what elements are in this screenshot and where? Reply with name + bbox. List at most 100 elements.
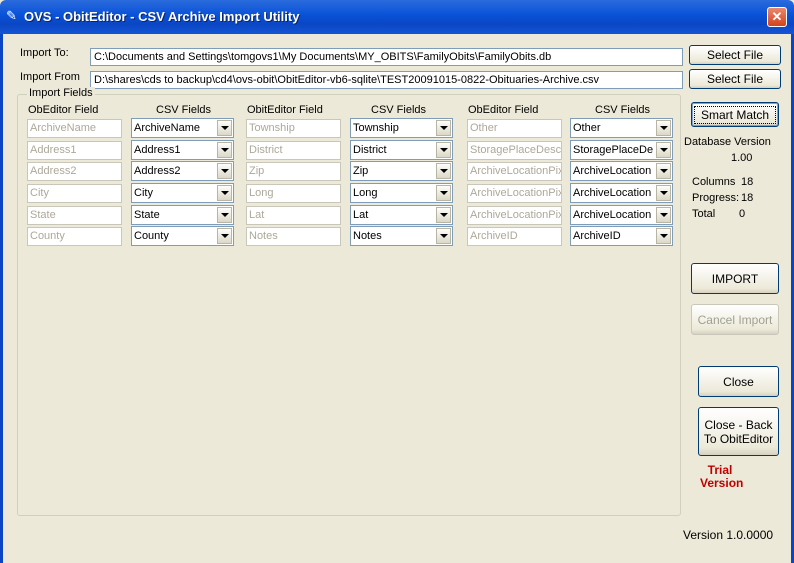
chevron-down-icon[interactable] (436, 142, 451, 158)
smart-match-label: Smart Match (693, 105, 776, 124)
obeditor-field-box: State (27, 206, 122, 225)
header-obeditor-field-1: ObEditor Field (28, 104, 99, 116)
obeditor-field-box: ArchiveLocationPix (467, 184, 562, 203)
csv-field-value: Address1 (134, 144, 181, 156)
csv-field-select[interactable]: Other (570, 118, 673, 138)
window-title: OVS - ObitEditor - CSV Archive Import Ut… (24, 9, 300, 24)
csv-field-value: StoragePlaceDe (573, 144, 654, 156)
chevron-down-icon[interactable] (217, 163, 232, 179)
obeditor-field-box: Address1 (27, 141, 122, 160)
columns-value: 18 (741, 176, 754, 188)
chevron-down-icon[interactable] (656, 207, 671, 223)
csv-field-select[interactable]: District (350, 140, 453, 160)
import-fields-legend: Import Fields (27, 87, 95, 99)
import-from-field[interactable]: D:\shares\cds to backup\cd4\ovs-obit\Obi… (90, 71, 683, 89)
obeditor-field-box: Notes (246, 227, 341, 246)
csv-field-select[interactable]: Address2 (131, 161, 234, 181)
trial-version-label: Trial Version (700, 464, 744, 490)
window-close-button[interactable]: ✕ (767, 7, 787, 27)
close-back-label-line1: Close - Back (704, 417, 773, 432)
obeditor-field-box: ArchiveName (27, 119, 122, 138)
csv-field-value: State (134, 209, 160, 221)
chevron-down-icon[interactable] (217, 120, 232, 136)
obeditor-field-box: County (27, 227, 122, 246)
close-button[interactable]: Close (698, 366, 779, 397)
csv-field-value: ArchiveLocation (573, 165, 652, 177)
chevron-down-icon[interactable] (436, 163, 451, 179)
app-icon: ✎ (6, 8, 17, 23)
csv-field-value: Lat (353, 209, 369, 221)
trial-label-line2: Version (700, 476, 744, 490)
csv-field-value: ArchiveLocation (573, 187, 652, 199)
csv-field-select[interactable]: Address1 (131, 140, 234, 160)
csv-field-select[interactable]: ArchiveName (131, 118, 234, 138)
chevron-down-icon[interactable] (217, 228, 232, 244)
chevron-down-icon[interactable] (436, 120, 451, 136)
obeditor-field-box: ArchiveLocationPix (467, 162, 562, 181)
csv-field-value: Long (353, 187, 378, 199)
csv-field-select[interactable]: Notes (350, 226, 453, 246)
header-csv-fields-2: CSV Fields (371, 104, 427, 116)
window-frame-left (0, 34, 3, 563)
csv-field-value: City (134, 187, 153, 199)
chevron-down-icon[interactable] (217, 207, 232, 223)
chevron-down-icon[interactable] (436, 207, 451, 223)
csv-field-value: County (134, 230, 169, 242)
csv-field-select[interactable]: Zip (350, 161, 453, 181)
csv-field-value: Zip (353, 165, 369, 177)
chevron-down-icon[interactable] (217, 185, 232, 201)
chevron-down-icon[interactable] (217, 142, 232, 158)
csv-field-select[interactable]: ArchiveLocation (570, 205, 673, 225)
obeditor-field-box: StoragePlaceDesc (467, 141, 562, 160)
csv-field-select[interactable]: County (131, 226, 234, 246)
obeditor-field-box: ArchiveLocationPix (467, 206, 562, 225)
csv-field-select[interactable]: ArchiveLocation (570, 161, 673, 181)
csv-field-value: Other (573, 122, 601, 134)
csv-field-select[interactable]: StoragePlaceDe (570, 140, 673, 160)
chevron-down-icon[interactable] (436, 185, 451, 201)
chevron-down-icon[interactable] (436, 228, 451, 244)
title-bar[interactable]: ✎ OVS - ObitEditor - CSV Archive Import … (0, 0, 794, 34)
obeditor-field-box: ArchiveID (467, 227, 562, 246)
csv-field-value: ArchiveName (134, 122, 201, 134)
chevron-down-icon[interactable] (656, 163, 671, 179)
csv-field-select[interactable]: Long (350, 183, 453, 203)
database-version-label: Database Version (684, 136, 771, 148)
csv-field-value: Township (353, 122, 399, 134)
csv-field-select[interactable]: Township (350, 118, 453, 138)
csv-field-select[interactable]: State (131, 205, 234, 225)
progress-label: Progress: (692, 192, 740, 204)
header-csv-fields-3: CSV Fields (595, 104, 651, 116)
csv-field-value: Notes (353, 230, 382, 242)
chevron-down-icon[interactable] (656, 120, 671, 136)
import-to-label: Import To: (20, 47, 69, 59)
csv-field-select[interactable]: City (131, 183, 234, 203)
header-csv-fields-1: CSV Fields (156, 104, 212, 116)
csv-field-select[interactable]: ArchiveID (570, 226, 673, 246)
import-to-field[interactable]: C:\Documents and Settings\tomgovs1\My Do… (90, 48, 683, 66)
chevron-down-icon[interactable] (656, 185, 671, 201)
obeditor-field-box: Long (246, 184, 341, 203)
csv-field-value: ArchiveLocation (573, 209, 652, 221)
csv-field-value: ArchiveID (573, 230, 621, 242)
select-import-to-file-button[interactable]: Select File (689, 45, 781, 65)
app-version-label: Version 1.0.0000 (683, 528, 774, 542)
obeditor-field-box: City (27, 184, 122, 203)
close-icon: ✕ (771, 9, 783, 24)
select-import-from-file-button[interactable]: Select File (689, 69, 781, 89)
obeditor-field-box: Address2 (27, 162, 122, 181)
obeditor-field-box: District (246, 141, 341, 160)
import-button[interactable]: IMPORT (691, 263, 779, 294)
close-back-label-line2: To ObitEditor (703, 431, 774, 446)
chevron-down-icon[interactable] (656, 142, 671, 158)
csv-field-value: District (353, 144, 387, 156)
import-from-label: Import From (20, 71, 80, 83)
cancel-import-button[interactable]: Cancel Import (691, 304, 779, 335)
close-back-to-obiteditor-button[interactable]: Close - Back To ObitEditor (698, 407, 779, 456)
csv-field-select[interactable]: ArchiveLocation (570, 183, 673, 203)
total-value: 0 (739, 208, 746, 220)
smart-match-button[interactable]: Smart Match (691, 102, 779, 127)
csv-field-select[interactable]: Lat (350, 205, 453, 225)
obeditor-field-box: Township (246, 119, 341, 138)
chevron-down-icon[interactable] (656, 228, 671, 244)
